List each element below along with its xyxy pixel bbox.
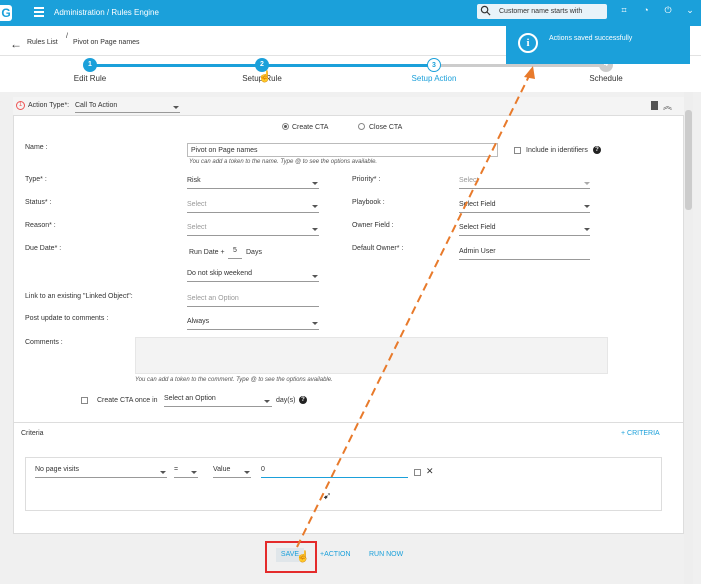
toast-message: Actions saved successfully (549, 35, 633, 42)
annotation-arrow (296, 66, 535, 548)
arrow-cursor-icon: ➹ (323, 491, 332, 502)
pointer-cursor-icon: ☝ (296, 551, 310, 563)
pointer-cursor-icon: ☝ (258, 71, 272, 83)
info-icon: i (518, 33, 538, 53)
